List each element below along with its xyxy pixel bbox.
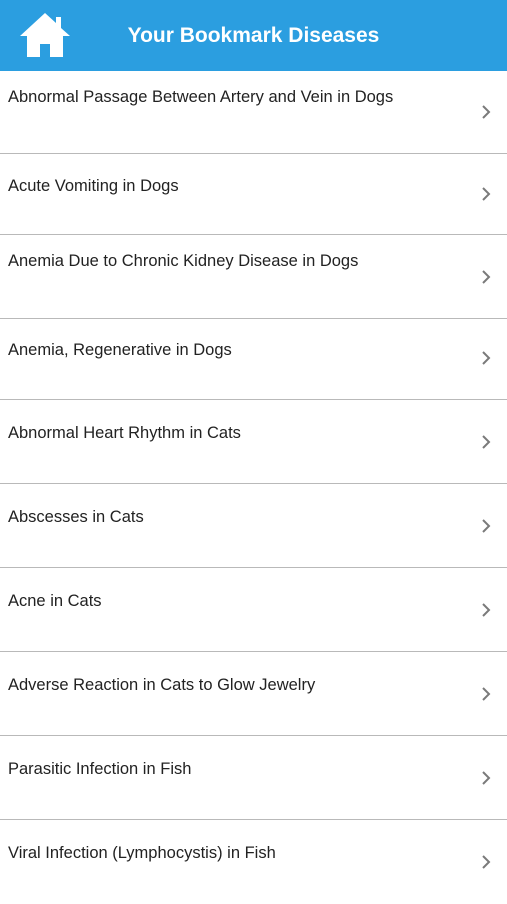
list-item[interactable]: Abscesses in Cats bbox=[0, 484, 507, 568]
list-item[interactable]: Abnormal Passage Between Artery and Vein… bbox=[0, 71, 507, 154]
list-item[interactable]: Parasitic Infection in Fish bbox=[0, 736, 507, 820]
chevron-right-icon bbox=[482, 187, 491, 201]
list-item-label: Anemia, Regenerative in Dogs bbox=[8, 341, 232, 359]
list-item[interactable]: Acute Vomiting in Dogs bbox=[0, 154, 507, 235]
list-item-label: Abnormal Heart Rhythm in Cats bbox=[8, 424, 241, 442]
list-item[interactable]: Adverse Reaction in Cats to Glow Jewelry bbox=[0, 652, 507, 736]
chevron-right-icon bbox=[482, 351, 491, 365]
list-item[interactable]: Anemia Due to Chronic Kidney Disease in … bbox=[0, 235, 507, 319]
chevron-right-icon bbox=[482, 435, 491, 449]
list-item-label: Adverse Reaction in Cats to Glow Jewelry bbox=[8, 676, 316, 694]
bookmark-list: Abnormal Passage Between Artery and Vein… bbox=[0, 71, 507, 904]
chevron-right-icon bbox=[482, 270, 491, 284]
chevron-right-icon bbox=[482, 519, 491, 533]
list-item[interactable]: Abnormal Heart Rhythm in Cats bbox=[0, 400, 507, 484]
chevron-right-icon bbox=[482, 855, 491, 869]
list-item-label: Parasitic Infection in Fish bbox=[8, 760, 192, 778]
list-item-label: Abscesses in Cats bbox=[8, 508, 144, 526]
list-item-label: Acute Vomiting in Dogs bbox=[8, 177, 179, 195]
page-title: Your Bookmark Diseases bbox=[127, 23, 380, 47]
list-item-label: Anemia Due to Chronic Kidney Disease in … bbox=[8, 252, 359, 270]
chevron-right-icon bbox=[482, 603, 491, 617]
list-item[interactable]: Acne in Cats bbox=[0, 568, 507, 652]
list-item-label: Abnormal Passage Between Artery and Vein… bbox=[8, 88, 394, 106]
list-item-label: Acne in Cats bbox=[8, 592, 102, 610]
list-item[interactable]: Anemia, Regenerative in Dogs bbox=[0, 319, 507, 400]
list-item-label: Viral Infection (Lymphocystis) in Fish bbox=[8, 844, 276, 862]
chevron-right-icon bbox=[482, 105, 491, 119]
chevron-right-icon bbox=[482, 687, 491, 701]
list-item[interactable]: Viral Infection (Lymphocystis) in Fish bbox=[0, 820, 507, 904]
chevron-right-icon bbox=[482, 771, 491, 785]
app-header: Your Bookmark Diseases bbox=[0, 0, 507, 71]
